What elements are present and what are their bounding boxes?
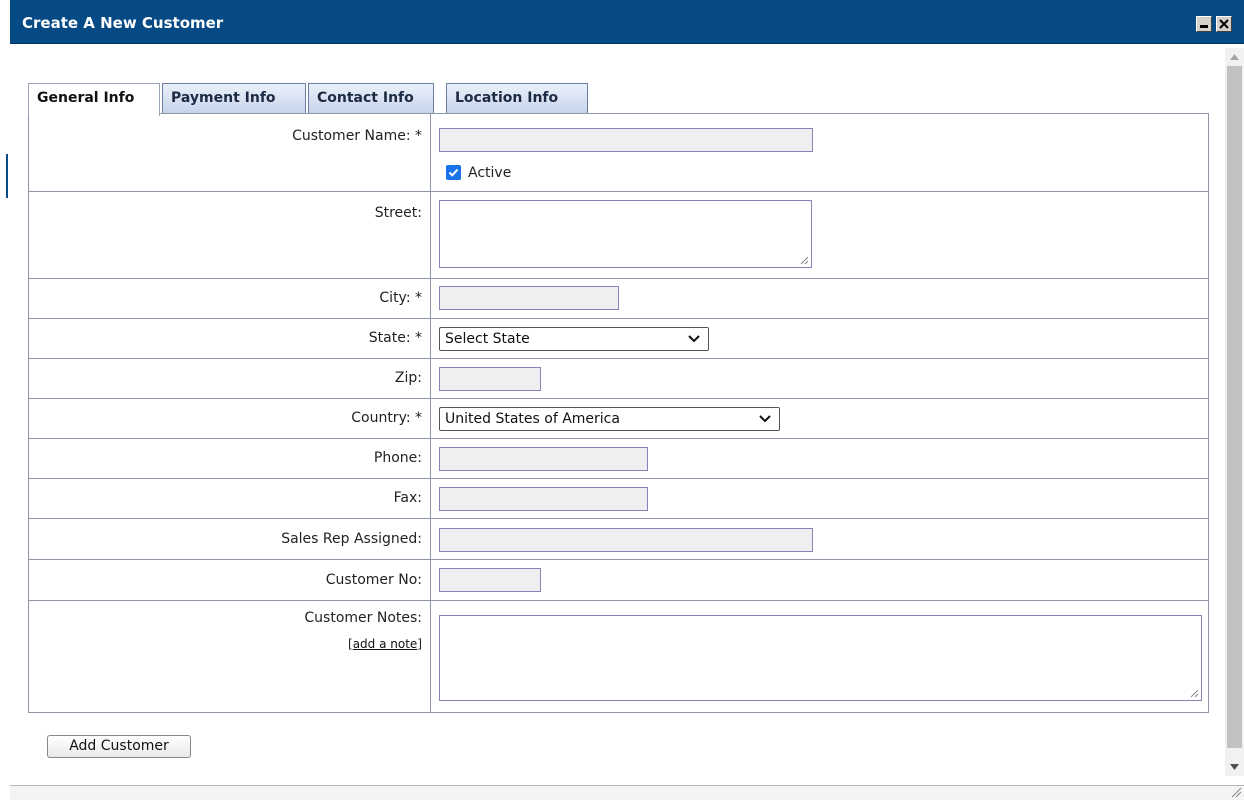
resize-grip-icon <box>800 256 809 265</box>
row-state: State: * Select State <box>29 319 1208 359</box>
label-cell: Customer Notes: [add a note] <box>29 601 431 712</box>
add-note-wrap: [add a note] <box>348 637 422 651</box>
field-cell <box>432 359 1208 398</box>
add-note-link[interactable]: add a note <box>353 637 418 651</box>
left-edge <box>0 0 10 800</box>
city-input[interactable] <box>439 286 619 310</box>
resize-grip-icon <box>1190 689 1199 698</box>
scroll-thumb[interactable] <box>1227 66 1242 748</box>
city-label: City: * <box>379 290 422 306</box>
customer-name-label: Customer Name: * <box>292 128 422 144</box>
field-cell <box>432 560 1208 600</box>
dialog-window: Create A New Customer General Info Payme… <box>0 0 1244 800</box>
zip-label: Zip: <box>394 370 422 386</box>
label-cell: Country: * <box>29 399 431 438</box>
country-label: Country: * <box>351 410 422 426</box>
country-selected-value: United States of America <box>445 411 620 427</box>
sales-rep-input[interactable] <box>439 528 813 552</box>
chevron-down-icon <box>759 415 771 423</box>
phone-label: Phone: <box>373 450 422 466</box>
customer-notes-label: Customer Notes: <box>304 610 422 626</box>
state-selected-value: Select State <box>445 331 530 347</box>
state-label: State: * <box>368 330 422 346</box>
row-customer-no: Customer No: <box>29 560 1208 601</box>
customer-no-input[interactable] <box>439 568 541 592</box>
row-customer-name: Customer Name: * Active <box>29 114 1208 192</box>
field-cell: Select State <box>432 319 1208 358</box>
fax-input[interactable] <box>439 487 648 511</box>
row-phone: Phone: <box>29 439 1208 479</box>
active-label: Active <box>468 165 512 181</box>
street-label: Street: <box>374 205 422 221</box>
field-cell <box>432 479 1208 518</box>
fax-label: Fax: <box>393 490 422 506</box>
tab-location-info[interactable]: Location Info <box>446 83 588 114</box>
label-cell: Phone: <box>29 439 431 478</box>
label-cell: State: * <box>29 319 431 358</box>
customer-notes-textarea[interactable] <box>439 615 1202 701</box>
phone-input[interactable] <box>439 447 648 471</box>
status-bar <box>10 785 1244 800</box>
add-customer-button[interactable]: Add Customer <box>47 735 191 758</box>
chevron-down-icon <box>688 335 700 343</box>
minimize-icon[interactable] <box>1196 16 1212 32</box>
window-resize-grip-icon[interactable] <box>1231 787 1242 798</box>
general-info-panel: Customer Name: * Active Street: City: * … <box>28 113 1209 713</box>
label-cell: Customer No: <box>29 560 431 600</box>
sales-rep-label: Sales Rep Assigned: <box>281 531 422 547</box>
zip-input[interactable] <box>439 367 541 391</box>
country-select[interactable]: United States of America <box>439 407 780 431</box>
label-cell: Street: <box>29 192 431 278</box>
row-country: Country: * United States of America <box>29 399 1208 439</box>
edge-marker <box>6 154 8 198</box>
tab-contact-info[interactable]: Contact Info <box>308 83 434 114</box>
label-cell: Zip: <box>29 359 431 398</box>
scroll-up-arrow-icon[interactable] <box>1225 48 1244 66</box>
row-city: City: * <box>29 279 1208 319</box>
label-cell: Customer Name: * <box>29 114 431 191</box>
label-cell: Sales Rep Assigned: <box>29 519 431 559</box>
row-fax: Fax: <box>29 479 1208 519</box>
field-cell <box>432 279 1208 318</box>
active-checkbox[interactable] <box>446 165 461 180</box>
field-cell: United States of America <box>432 399 1208 438</box>
street-textarea[interactable] <box>439 200 812 268</box>
field-cell <box>432 192 1208 278</box>
close-icon[interactable] <box>1216 16 1232 32</box>
label-cell: Fax: <box>29 479 431 518</box>
field-cell <box>432 439 1208 478</box>
dialog-title: Create A New Customer <box>22 14 224 32</box>
field-cell <box>432 519 1208 559</box>
customer-name-input[interactable] <box>439 128 813 152</box>
title-bar[interactable]: Create A New Customer <box>10 0 1244 44</box>
label-cell: City: * <box>29 279 431 318</box>
tab-general-info[interactable]: General Info <box>28 83 160 116</box>
row-street: Street: <box>29 192 1208 279</box>
vertical-scrollbar[interactable] <box>1225 48 1244 776</box>
row-customer-notes: Customer Notes: [add a note] <box>29 601 1208 712</box>
state-select[interactable]: Select State <box>439 327 709 351</box>
field-cell <box>432 601 1208 712</box>
scroll-down-arrow-icon[interactable] <box>1225 758 1244 776</box>
tab-payment-info[interactable]: Payment Info <box>162 83 306 114</box>
field-cell: Active <box>432 114 1208 191</box>
bracket-close: ] <box>417 637 422 651</box>
row-zip: Zip: <box>29 359 1208 399</box>
customer-no-label: Customer No: <box>325 572 422 588</box>
row-sales-rep: Sales Rep Assigned: <box>29 519 1208 560</box>
